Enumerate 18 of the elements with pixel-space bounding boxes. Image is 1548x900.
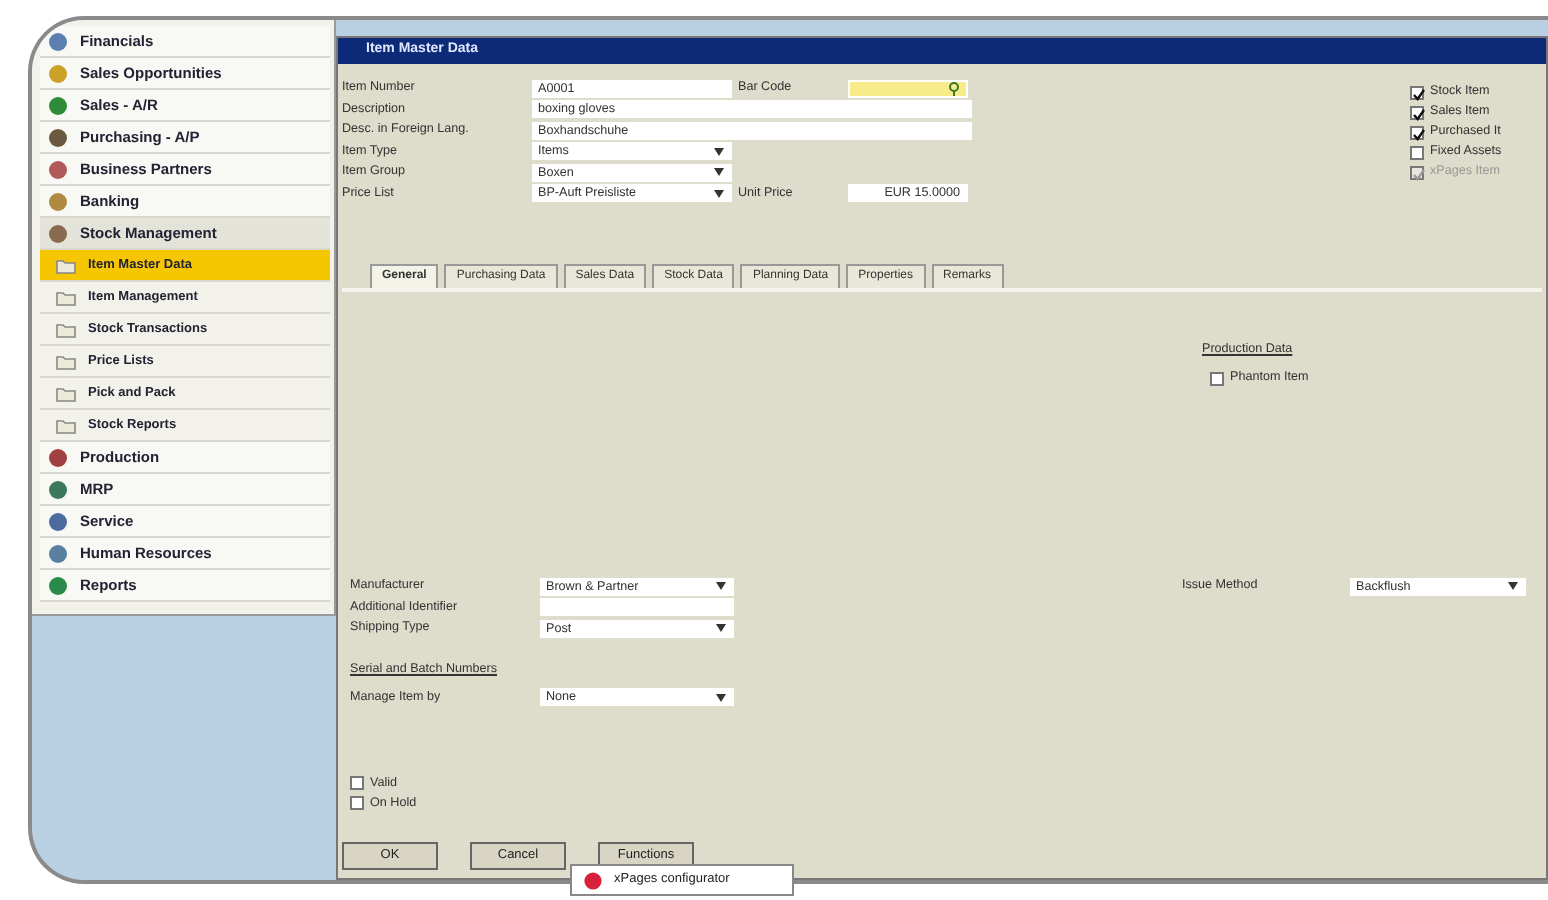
caret-icon xyxy=(716,693,726,702)
checkbox[interactable] xyxy=(1210,371,1224,385)
caret-icon xyxy=(714,189,724,197)
caret-icon xyxy=(714,168,724,176)
checkbox[interactable] xyxy=(1410,145,1424,159)
input-field[interactable] xyxy=(540,598,734,616)
checkbox[interactable] xyxy=(350,775,364,790)
input-field[interactable] xyxy=(848,79,968,97)
checkbox[interactable] xyxy=(1410,125,1424,139)
checkbox[interactable] xyxy=(1410,85,1424,99)
caret-icon xyxy=(1508,582,1518,590)
search-icon[interactable] xyxy=(948,81,960,95)
checkbox[interactable] xyxy=(350,795,364,810)
caret-icon xyxy=(716,624,726,632)
caret-icon xyxy=(714,147,724,155)
checkbox[interactable] xyxy=(1410,105,1424,119)
caret-icon xyxy=(716,582,726,590)
e-logo-icon xyxy=(584,871,602,889)
